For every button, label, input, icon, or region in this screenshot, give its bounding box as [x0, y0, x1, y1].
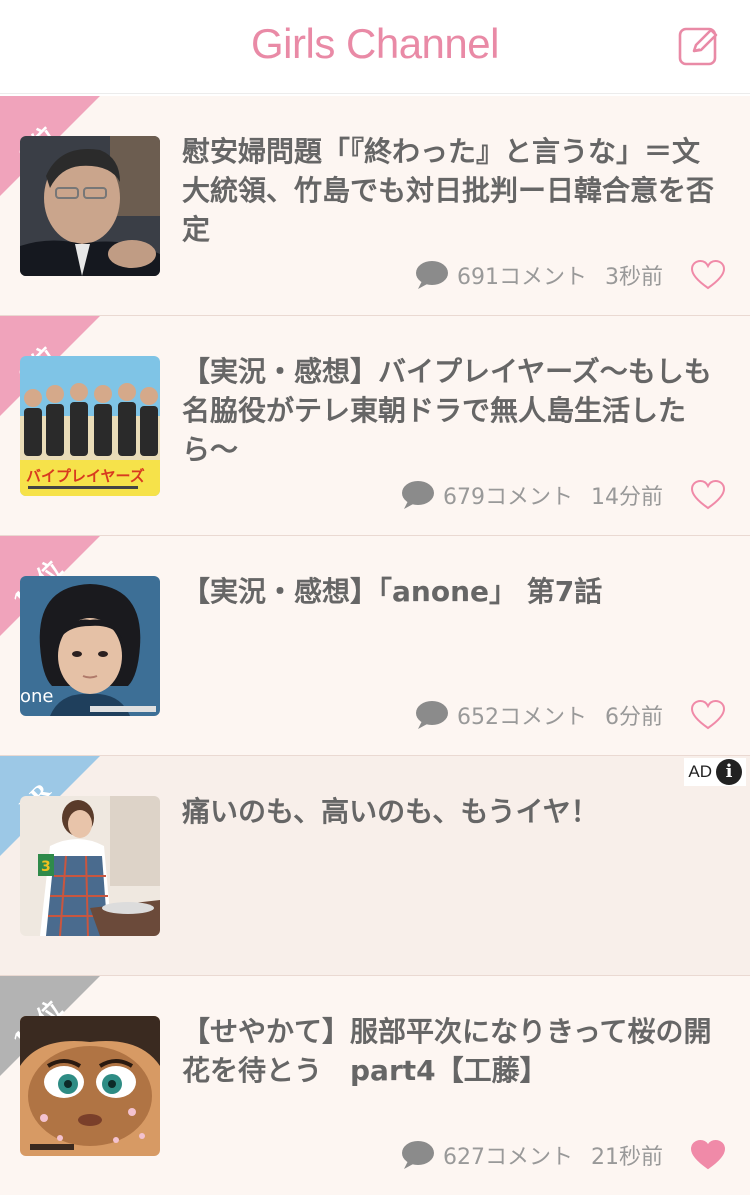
- heart-filled-icon[interactable]: [691, 1140, 725, 1170]
- comment-count: 652コメント: [457, 705, 587, 730]
- compose-icon[interactable]: [678, 24, 720, 66]
- comment-icon: [416, 701, 448, 729]
- comment-count: 679コメント: [443, 485, 573, 510]
- topic-list: 8位 慰安婦問題「『終わった』と言うな」＝文大統領、竹島でも対日批判ー日韓合意を…: [0, 96, 750, 1195]
- topic-meta: 652コメント 6分前: [415, 695, 725, 735]
- thumbnail-image: バイプレイヤーズ: [20, 356, 160, 496]
- list-item[interactable]: 9位 バイプレイヤーズ 【実況・: [0, 316, 750, 536]
- ad-title[interactable]: 痛いのも、高いのも、もうイヤ！: [182, 792, 727, 831]
- topic-meta: 679コメント 14分前: [401, 475, 725, 515]
- time-ago: 3秒前: [605, 265, 663, 290]
- svg-text:one: one: [20, 686, 54, 707]
- topic-meta: 691コメント 3秒前: [415, 255, 725, 295]
- svg-text:3: 3: [41, 859, 51, 875]
- list-item[interactable]: 8位 慰安婦問題「『終わった』と言うな」＝文大統領、竹島でも対日批判ー日韓合意を…: [0, 96, 750, 316]
- thumbnail-image: 3: [20, 796, 160, 936]
- topic-meta: 627コメント 21秒前: [401, 1135, 725, 1175]
- thumbnail-image: one: [20, 576, 160, 716]
- ad-label: AD: [688, 762, 712, 781]
- time-ago: 21秒前: [591, 1145, 663, 1170]
- comment-icon: [416, 261, 448, 289]
- comment-count: 691コメント: [457, 265, 587, 290]
- comment-count: 627コメント: [443, 1145, 573, 1170]
- topic-title[interactable]: 【実況・感想】「anone」 第7話: [182, 572, 727, 611]
- app-header: Girls Channel: [0, 0, 750, 94]
- svg-text:バイプレイヤーズ: バイプレイヤーズ: [26, 467, 145, 485]
- list-item[interactable]: 10位 one 【実況・感想】「anone」 第7話 652コメント 6分前: [0, 536, 750, 756]
- list-item[interactable]: 11位 【せやかて】服部平次になりきって桜の開花を待とう part4【工藤】: [0, 976, 750, 1195]
- heart-icon[interactable]: [691, 260, 725, 290]
- site-logo[interactable]: Girls Channel: [0, 20, 750, 68]
- ad-item[interactable]: PR AD i 3 痛いのも、高いのも、もうイヤ！: [0, 756, 750, 976]
- heart-icon[interactable]: [691, 480, 725, 510]
- info-icon[interactable]: i: [716, 759, 742, 785]
- topic-title[interactable]: 【実況・感想】バイプレイヤーズ〜もしも名脇役がテレ東朝ドラで無人島生活したら〜: [182, 352, 727, 469]
- time-ago: 6分前: [605, 705, 663, 730]
- ad-badge[interactable]: AD i: [684, 758, 746, 786]
- comment-icon: [402, 1141, 434, 1169]
- topic-title[interactable]: 【せやかて】服部平次になりきって桜の開花を待とう part4【工藤】: [182, 1012, 727, 1090]
- thumbnail-image: [20, 1016, 160, 1156]
- time-ago: 14分前: [591, 485, 663, 510]
- comment-icon: [402, 481, 434, 509]
- heart-icon[interactable]: [691, 700, 725, 730]
- thumbnail-image: [20, 136, 160, 276]
- topic-title[interactable]: 慰安婦問題「『終わった』と言うな」＝文大統領、竹島でも対日批判ー日韓合意を否定: [182, 132, 727, 249]
